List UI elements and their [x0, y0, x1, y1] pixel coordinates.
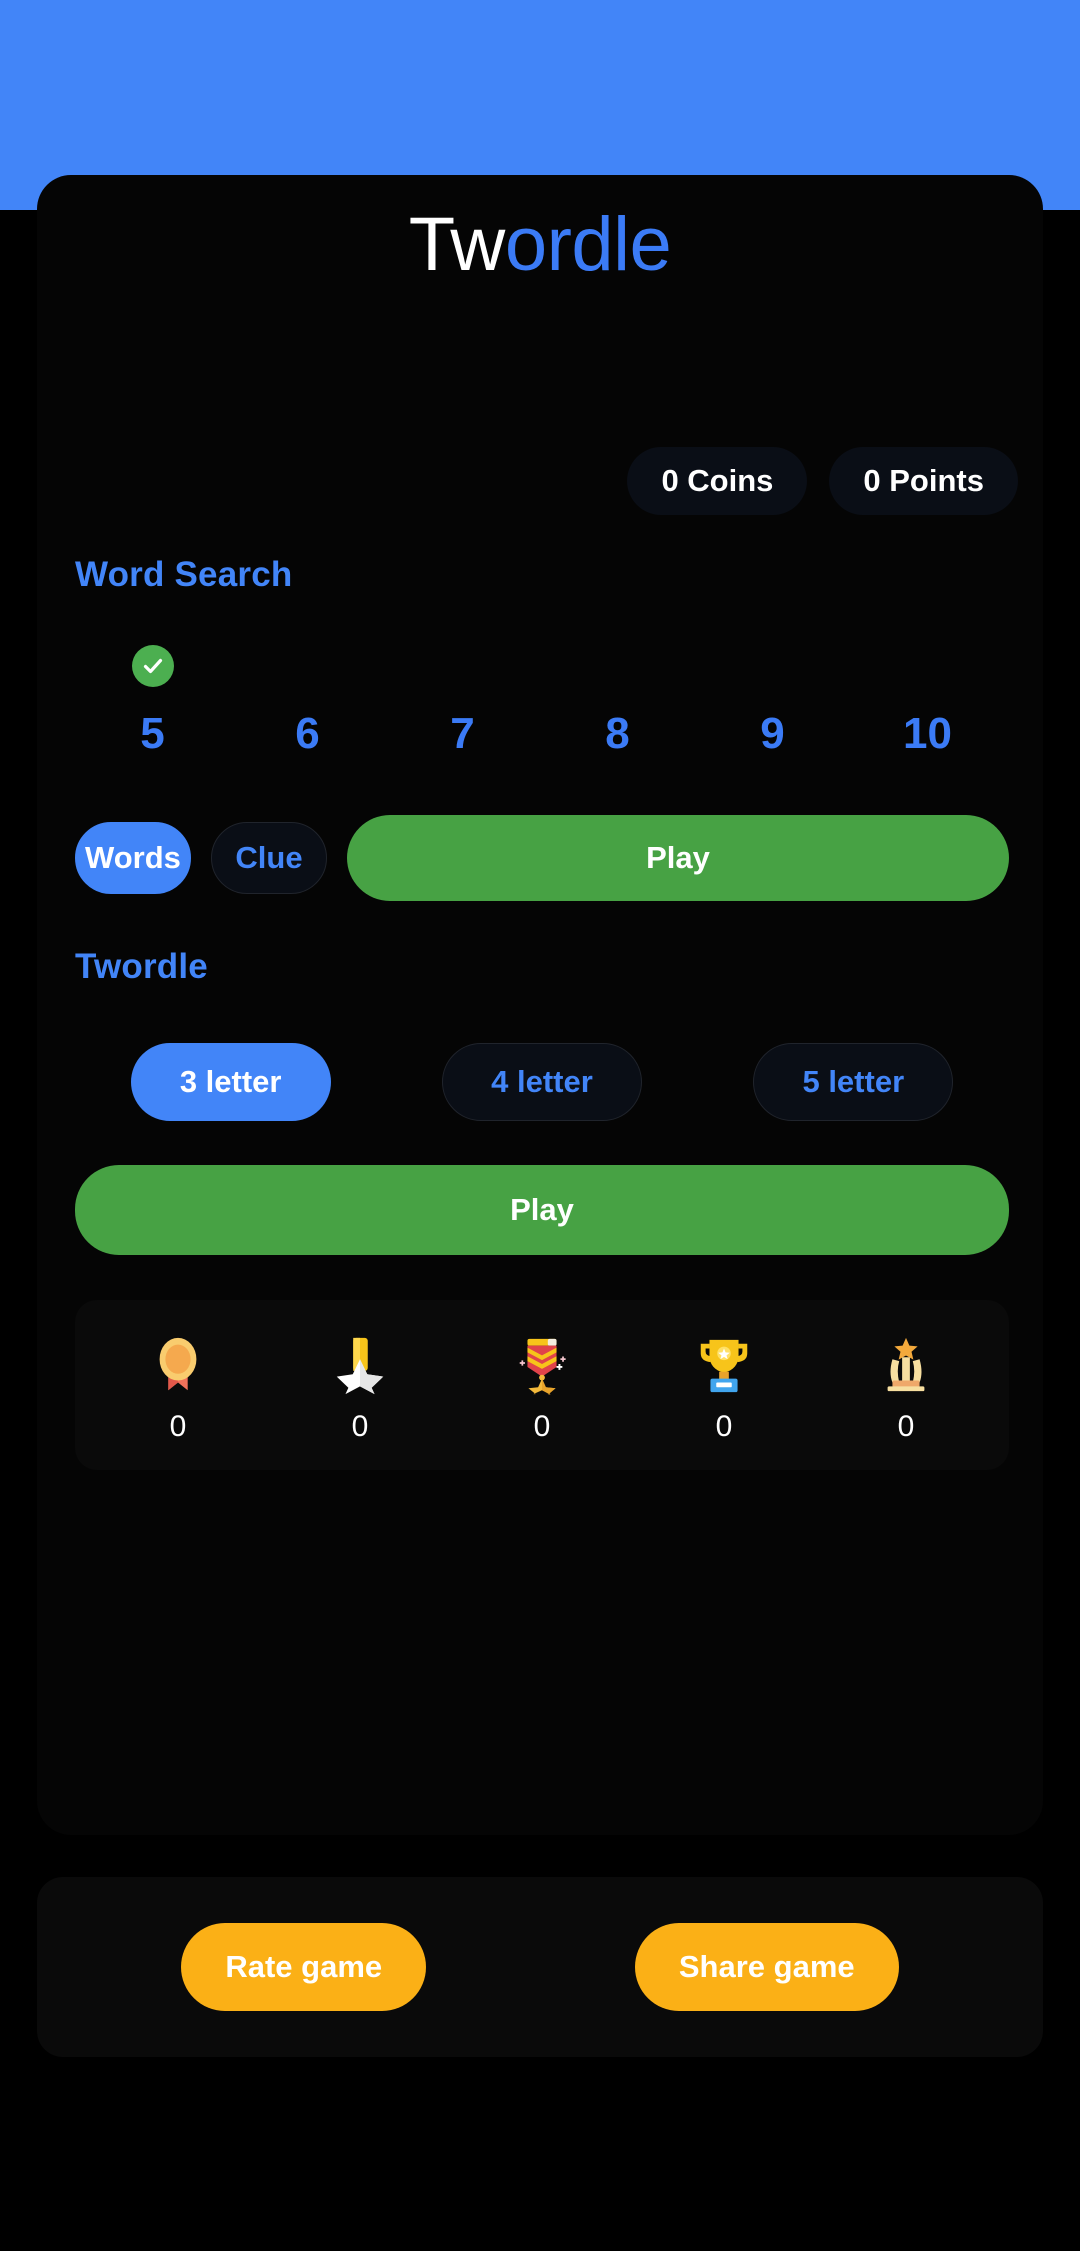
word-search-actions: Words Clue Play	[75, 815, 1009, 901]
word-length-selector: 5 6 7 8 9 10	[75, 645, 1005, 760]
rate-game-button[interactable]: Rate game	[181, 1923, 427, 2011]
word-length-option-5[interactable]: 5	[75, 645, 230, 760]
word-length-label: 5	[140, 709, 165, 758]
achievement-count: 0	[351, 1410, 369, 1443]
check-circle-icon	[131, 645, 174, 687]
word-length-option-7[interactable]: 7	[385, 645, 540, 760]
word-length-label: 7	[450, 709, 475, 758]
achievement-count: 0	[533, 1410, 551, 1443]
coins-badge[interactable]: 0 Coins	[627, 447, 808, 515]
share-game-button[interactable]: Share game	[634, 1923, 899, 2011]
page-title: Twordle	[37, 203, 1043, 287]
achievement-count: 0	[715, 1410, 733, 1443]
twordle-heading: Twordle	[75, 947, 208, 986]
military-medal-icon	[511, 1328, 573, 1402]
word-length-label: 9	[760, 709, 785, 758]
word-search-play-button[interactable]: Play	[347, 815, 1009, 901]
footer-bar: Rate game Share game	[37, 1877, 1043, 2057]
twordle-option-3-letter[interactable]: 3 letter	[130, 1043, 331, 1121]
twordle-option-5-letter[interactable]: 5 letter	[753, 1043, 954, 1121]
twordle-length-selector: 3 letter 4 letter 5 letter	[75, 1043, 1009, 1121]
twordle-option-4-letter[interactable]: 4 letter	[441, 1043, 642, 1121]
achievement-count: 0	[169, 1410, 187, 1443]
word-length-label: 8	[605, 709, 630, 758]
achievement-item[interactable]: 0	[103, 1328, 253, 1442]
achievement-item[interactable]: 0	[649, 1328, 799, 1442]
word-length-option-9[interactable]: 9	[695, 645, 850, 760]
achievement-item[interactable]: 0	[285, 1328, 435, 1442]
app-root: Twordle 0 Coins 0 Points Word Search 5 6	[0, 0, 1080, 2251]
word-length-label: 10	[903, 709, 952, 758]
stats-row: 0 Coins 0 Points	[37, 447, 1043, 515]
page-title-prefix: Tw	[408, 202, 506, 287]
mode-words-button[interactable]: Words	[75, 822, 191, 894]
twordle-play-button[interactable]: Play	[75, 1165, 1009, 1255]
points-badge[interactable]: 0 Points	[829, 447, 1018, 515]
achievement-item[interactable]: 0	[831, 1328, 981, 1442]
main-content-card: Twordle 0 Coins 0 Points Word Search 5 6	[37, 175, 1043, 1835]
achievement-count: 0	[897, 1410, 915, 1443]
word-length-option-6[interactable]: 6	[230, 645, 385, 760]
trophy-icon	[693, 1328, 755, 1402]
word-length-option-8[interactable]: 8	[540, 645, 695, 760]
word-length-label: 6	[295, 709, 320, 758]
word-search-heading: Word Search	[75, 555, 293, 594]
achievements-strip: 0 0 0 0 0	[75, 1300, 1009, 1470]
award-medal-icon	[147, 1328, 209, 1402]
achievement-item[interactable]: 0	[467, 1328, 617, 1442]
star-medal-icon	[329, 1328, 391, 1402]
mode-clue-button[interactable]: Clue	[211, 822, 327, 894]
page-title-suffix: ordle	[504, 202, 672, 287]
star-monument-icon	[875, 1328, 937, 1402]
word-length-option-10[interactable]: 10	[850, 645, 1005, 760]
